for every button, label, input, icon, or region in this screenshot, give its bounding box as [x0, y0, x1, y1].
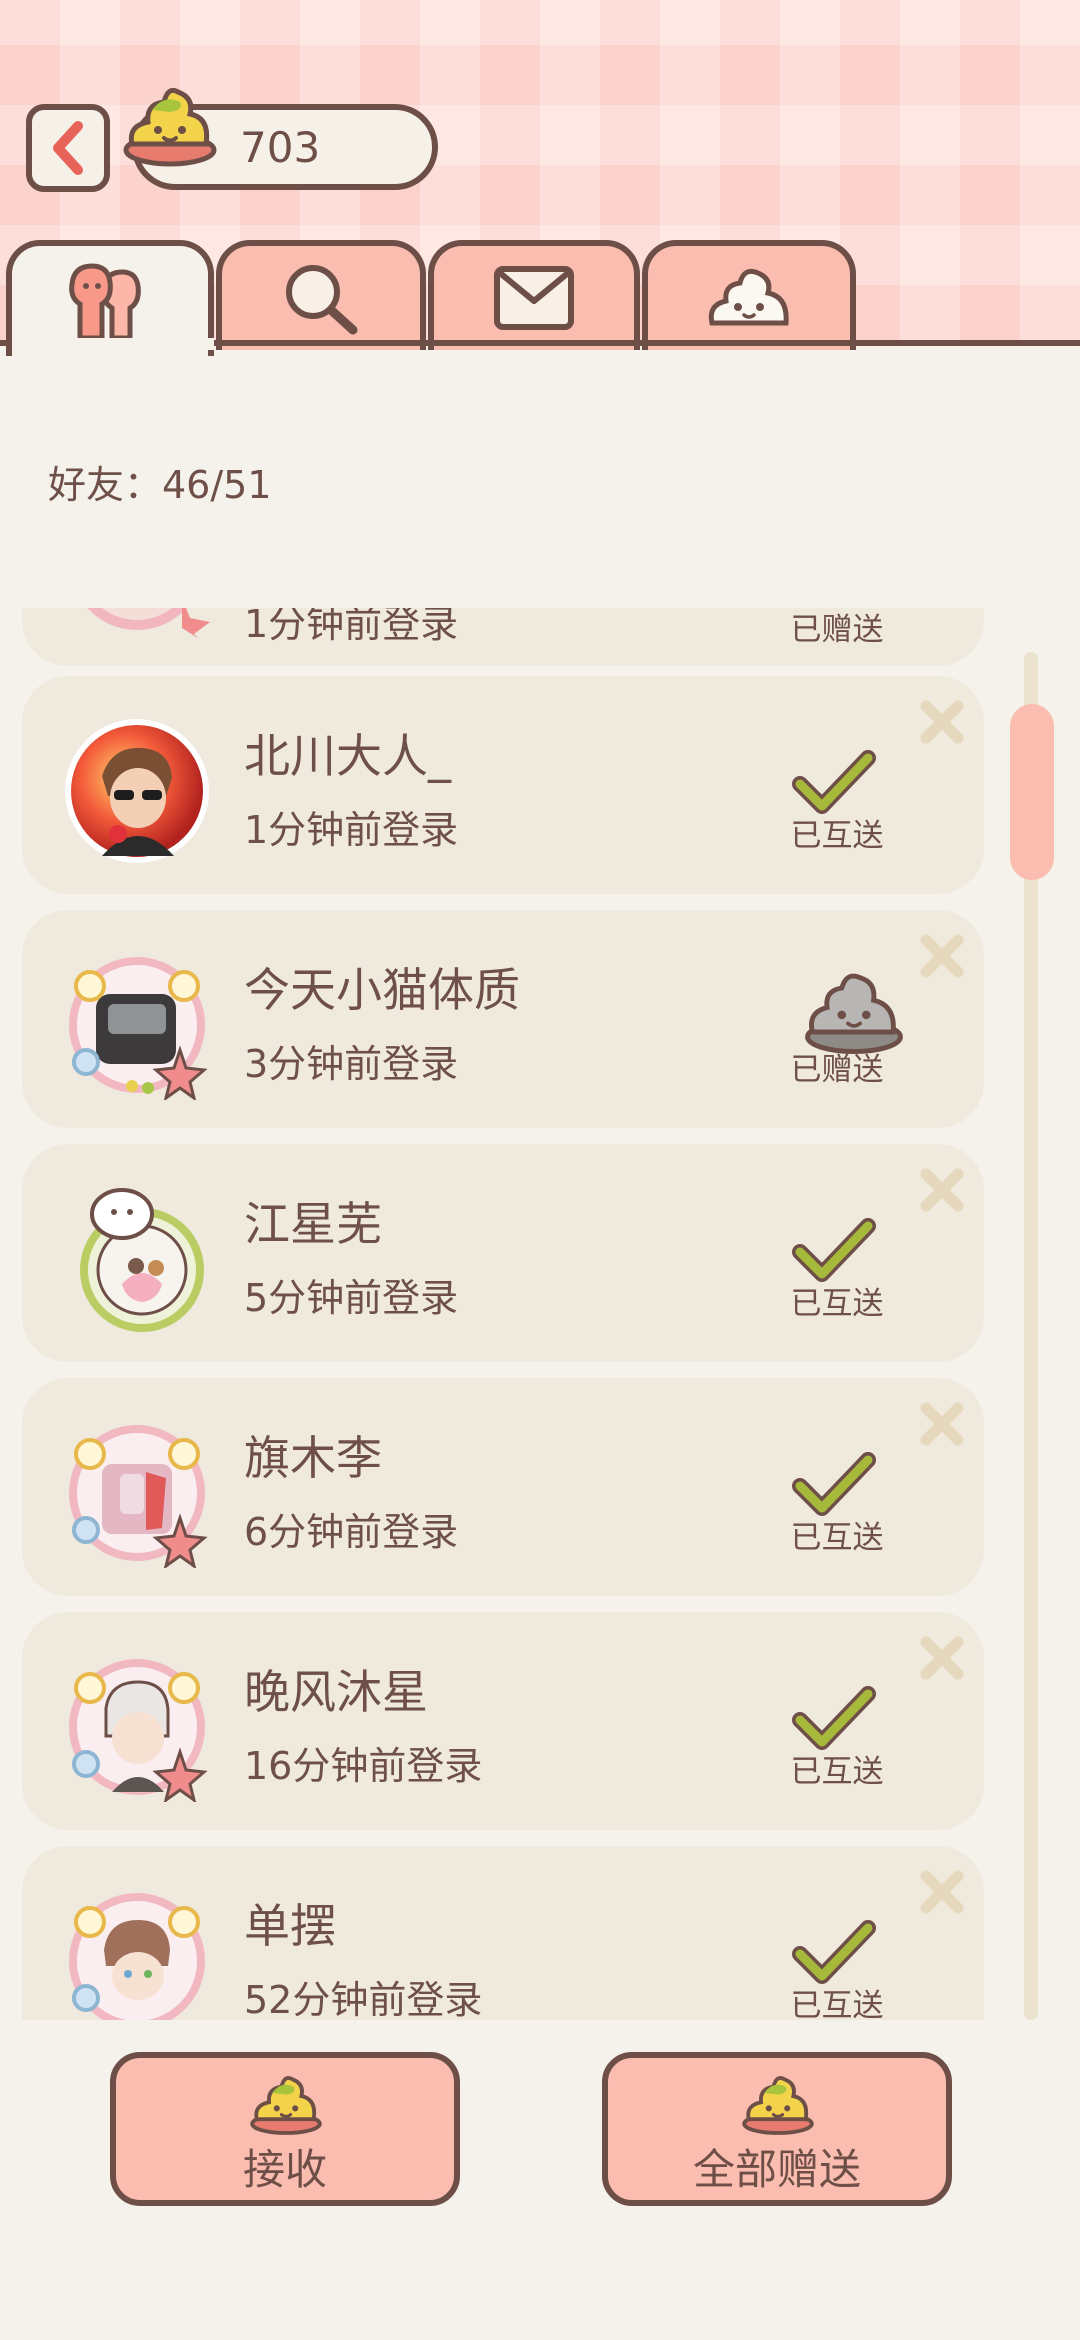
- login-time: 5分钟前登录: [244, 1276, 459, 1320]
- receive-label: 接收: [242, 2145, 327, 2194]
- friends-count: 好友：46/51: [48, 463, 272, 507]
- friend-name: 晚风沐星: [244, 1665, 428, 1719]
- active-tab-gap: [12, 338, 214, 350]
- status-label: 已互送: [790, 1520, 884, 1556]
- delete-friend-icon[interactable]: [918, 1166, 966, 1214]
- avatar[interactable]: [62, 1418, 212, 1568]
- poop-coin-icon: [250, 2075, 322, 2135]
- login-time: 6分钟前登录: [244, 1510, 459, 1554]
- avatar[interactable]: [62, 1652, 212, 1802]
- list-item: 1分钟前登录 已赠送: [22, 608, 984, 666]
- delete-friend-icon[interactable]: [918, 1634, 966, 1682]
- avatar: [87, 608, 210, 638]
- tab-mail[interactable]: [428, 240, 640, 350]
- friend-name: 单摆: [244, 1899, 336, 1953]
- send-all-button[interactable]: 全部赠送: [602, 2052, 952, 2206]
- list-item: 晚风沐星 16分钟前登录 已互送: [22, 1612, 984, 1830]
- avatar[interactable]: [62, 1886, 212, 2020]
- check-icon: [792, 1686, 876, 1750]
- chevron-left-icon: [53, 121, 83, 175]
- friends-icon: [69, 263, 141, 341]
- friend-name: 北川大人_: [244, 729, 451, 783]
- search-icon: [286, 265, 358, 335]
- friend-name: 旗木李: [244, 1431, 382, 1485]
- send-all-label: 全部赠送: [692, 2145, 861, 2194]
- coin-balance-value: 703: [240, 123, 321, 172]
- friend-list[interactable]: 1分钟前登录 已赠送 北川大人_ 1分钟前登录 已互送 今天小猫体质 3分钟前登…: [0, 608, 1080, 2020]
- list-item: 江星芜 5分钟前登录 已互送: [22, 1144, 984, 1362]
- mail-icon: [494, 266, 574, 330]
- login-time: 3分钟前登录: [244, 1042, 459, 1086]
- poop-coin-icon: [123, 87, 217, 167]
- list-item: 北川大人_ 1分钟前登录 已互送: [22, 676, 984, 894]
- check-icon: [792, 1218, 876, 1282]
- receive-button[interactable]: 接收: [110, 2052, 460, 2206]
- delete-friend-icon[interactable]: [918, 1400, 966, 1448]
- delete-friend-icon[interactable]: [918, 1868, 966, 1916]
- check-icon: [792, 1452, 876, 1516]
- friend-name: 江星芜: [244, 1197, 382, 1251]
- poop-icon: [708, 268, 789, 326]
- status-label: 已互送: [790, 1286, 884, 1322]
- poop-coin-icon: [742, 2075, 814, 2135]
- avatar[interactable]: [62, 950, 212, 1100]
- scrollbar-thumb[interactable]: [1010, 704, 1054, 880]
- check-icon: [792, 750, 876, 814]
- gray-poop-icon: [805, 973, 903, 1054]
- avatar[interactable]: [62, 1184, 212, 1334]
- list-item: 旗木李 6分钟前登录 已互送: [22, 1378, 984, 1596]
- status-label: 已互送: [790, 1988, 884, 2020]
- check-icon: [792, 1920, 876, 1984]
- login-time: 52分钟前登录: [244, 1978, 483, 2020]
- back-button[interactable]: [26, 104, 110, 192]
- status-label: 已互送: [790, 1754, 884, 1790]
- delete-friend-icon[interactable]: [918, 698, 966, 746]
- status-label: 已赠送: [790, 612, 884, 648]
- tab-poop[interactable]: [642, 240, 856, 350]
- login-time: 1分钟前登录: [244, 808, 459, 852]
- delete-friend-icon[interactable]: [918, 932, 966, 980]
- avatar[interactable]: [62, 716, 212, 866]
- friend-name: 今天小猫体质: [244, 963, 520, 1017]
- status-label: 已赠送: [790, 1052, 884, 1088]
- login-time: 16分钟前登录: [244, 1744, 483, 1788]
- list-item: 今天小猫体质 3分钟前登录 已赠送: [22, 910, 984, 1128]
- list-item: 单摆 52分钟前登录 已互送: [22, 1846, 984, 2020]
- status-label: 已互送: [790, 818, 884, 854]
- login-time: 1分钟前登录: [244, 608, 459, 646]
- tab-search[interactable]: [216, 240, 426, 350]
